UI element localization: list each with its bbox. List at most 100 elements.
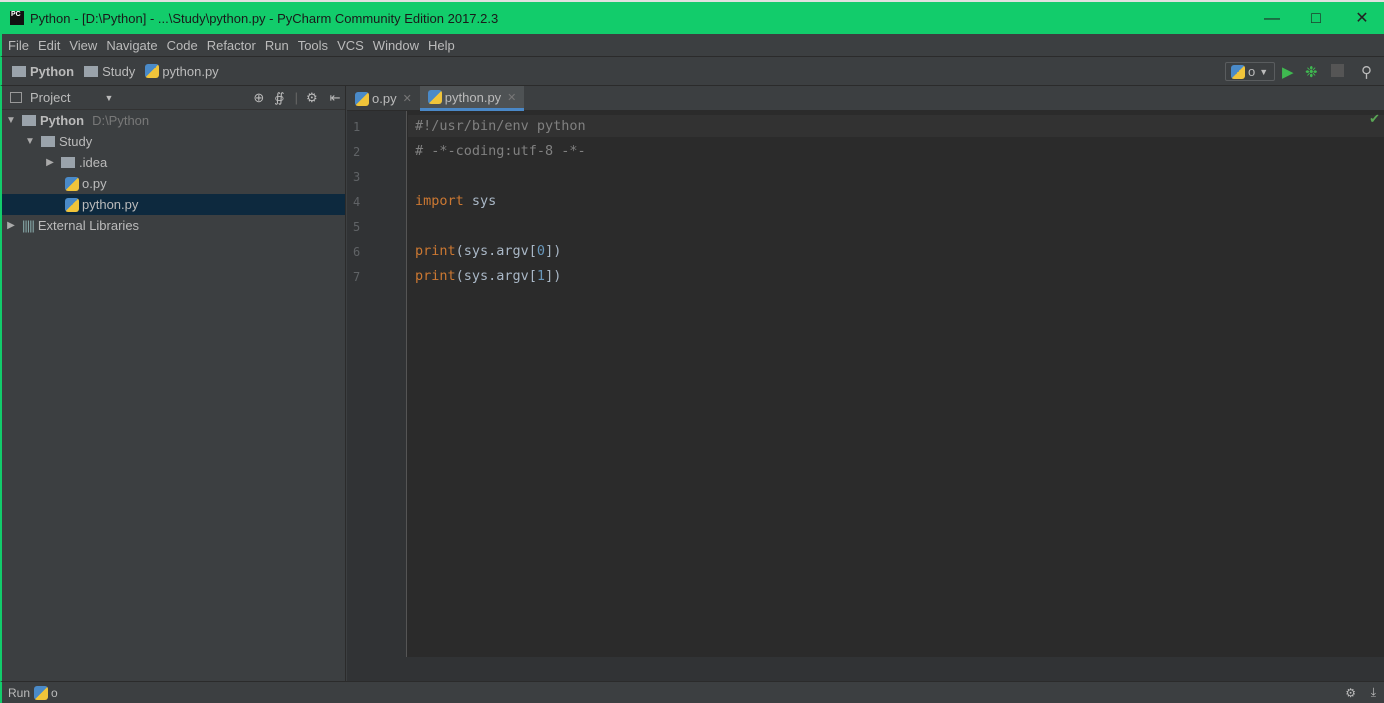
menu-edit[interactable]: Edit [38, 38, 60, 53]
tree-item-o-py[interactable]: o.py [2, 173, 345, 194]
folder-icon [84, 65, 99, 77]
minimize-button[interactable]: — [1252, 6, 1292, 32]
collapse-icon[interactable]: ▶ [4, 220, 18, 231]
title-bar: PC Python - [D:\Python] - ...\Study\pyth… [0, 0, 1384, 34]
tree-item-idea[interactable]: ▶ .idea [2, 152, 345, 173]
locate-icon[interactable]: ⊕ [253, 90, 264, 106]
breadcrumb-python[interactable]: Python [30, 64, 74, 79]
code-line-6: print(sys.argv[0]) [415, 243, 561, 259]
menu-tools[interactable]: Tools [298, 38, 328, 53]
tree-label: o.py [82, 176, 107, 191]
collapse-all-icon[interactable]: ∯ [274, 90, 284, 106]
close-button[interactable]: ✕ [1342, 6, 1382, 32]
debug-icon[interactable]: ❉ [1305, 63, 1318, 81]
number-literal: 0 [536, 243, 546, 259]
breadcrumb-file[interactable]: python.py [162, 64, 218, 79]
folder-icon [22, 115, 36, 126]
code-text: ]) [545, 243, 562, 259]
menu-help[interactable]: Help [428, 38, 455, 53]
folder-icon [41, 136, 55, 147]
project-view-icon [10, 92, 22, 103]
gear-icon[interactable]: ⚙ [1345, 686, 1356, 700]
tree-item-study[interactable]: ▼ Study [2, 131, 345, 152]
folder-icon [12, 65, 26, 77]
maximize-button[interactable]: □ [1296, 6, 1336, 32]
menu-vcs[interactable]: VCS [337, 38, 364, 53]
stop-icon[interactable] [1331, 64, 1344, 77]
tree-label: External Libraries [37, 218, 140, 233]
expand-icon[interactable]: ▼ [23, 136, 37, 147]
code-editor[interactable]: 1 2 3 4 5 6 7 #!/usr/bin/env python # -*… [347, 111, 1384, 657]
line-number: 3 [353, 170, 361, 184]
python-icon [34, 685, 49, 700]
tree-label: Python [40, 113, 85, 128]
expand-icon[interactable]: ▼ [4, 115, 18, 126]
code-text: sys [463, 193, 497, 209]
project-panel-header: Project ▼ ⊕ ∯ | ⚙ ⇤ [2, 86, 345, 110]
tree-item-external-libraries[interactable]: ▶ ||||| External Libraries [2, 215, 345, 236]
close-tab-icon[interactable]: ✕ [403, 92, 412, 105]
pycharm-logo-icon: PC [10, 11, 24, 25]
tree-item-python[interactable]: ▼ Python D:\Python [2, 110, 345, 131]
python-file-icon [355, 91, 369, 106]
keyword: print [415, 243, 456, 259]
run-config-value: o [1248, 64, 1256, 79]
keyword: print [415, 268, 456, 284]
menu-navigate[interactable]: Navigate [106, 38, 157, 53]
chevron-down-icon[interactable]: ▼ [104, 93, 113, 103]
menu-bar: File Edit View Navigate Code Refactor Ru… [0, 34, 1384, 56]
line-gutter [347, 111, 407, 657]
gear-icon[interactable]: ⚙ [306, 90, 318, 106]
menu-code[interactable]: Code [167, 38, 198, 53]
download-icon[interactable]: ⤓ [1371, 685, 1376, 700]
tab-label: python.py [444, 89, 502, 105]
tree-path-hint: D:\Python [92, 113, 150, 128]
close-tab-icon[interactable]: ✕ [507, 91, 516, 104]
project-panel: Project ▼ ⊕ ∯ | ⚙ ⇤ ▼ Python D:\Python ▼… [0, 86, 346, 681]
library-icon: ||||| [22, 218, 35, 233]
menu-refactor[interactable]: Refactor [207, 38, 256, 53]
code-text: ]) [545, 268, 562, 284]
menu-run[interactable]: Run [265, 38, 289, 53]
status-bar: Run o ⚙ ⤓ [0, 681, 1384, 703]
python-file-icon [145, 64, 160, 78]
keyword: import [415, 193, 464, 209]
line-number: 7 [353, 270, 361, 284]
menu-window[interactable]: Window [373, 38, 419, 53]
menu-view[interactable]: View [69, 38, 97, 53]
line-number: 6 [353, 245, 361, 259]
code-line-7: print(sys.argv[1]) [415, 268, 561, 284]
encoding-comment: # -*-coding:utf-8 -*- [415, 143, 586, 159]
collapse-icon[interactable]: ▶ [43, 157, 57, 168]
code-line-4: import sys [415, 193, 496, 209]
line-number: 1 [353, 120, 361, 134]
run-config-select[interactable]: o ▼ [1225, 62, 1275, 81]
code-text: (sys.argv[ [455, 268, 537, 284]
tab-python-py[interactable]: python.py ✕ [419, 86, 525, 111]
tree-label: Study [59, 134, 93, 149]
line-number: 5 [353, 220, 361, 234]
breadcrumb-study[interactable]: Study [102, 64, 135, 79]
tree-label: .idea [79, 155, 108, 170]
inspection-ok-icon[interactable]: ✔ [1369, 111, 1380, 127]
tab-o-py[interactable]: o.py ✕ [347, 86, 420, 111]
python-file-icon [65, 197, 79, 212]
run-config-name[interactable]: o [51, 686, 58, 700]
search-icon[interactable]: ⚲ [1361, 63, 1372, 81]
code-line-1: #!/usr/bin/env python [415, 118, 586, 134]
tree-item-python-py[interactable]: python.py [2, 194, 345, 215]
python-icon [1231, 64, 1245, 79]
python-file-icon [427, 90, 442, 104]
run-icon[interactable]: ▶ [1282, 63, 1294, 81]
code-text: (sys.argv[ [455, 243, 537, 259]
line-number: 2 [353, 145, 361, 159]
chevron-down-icon: ▼ [1259, 66, 1269, 77]
run-tool-label[interactable]: Run [8, 686, 30, 700]
editor-bottom-area [347, 657, 1384, 681]
project-view-select[interactable]: Project [30, 90, 70, 105]
code-line-2: # -*-coding:utf-8 -*- [415, 143, 586, 159]
hide-panel-icon[interactable]: ⇤ [330, 90, 341, 106]
menu-file[interactable]: File [8, 38, 29, 53]
window-title: Python - [D:\Python] - ...\Study\python.… [30, 10, 499, 26]
folder-icon [61, 157, 75, 168]
